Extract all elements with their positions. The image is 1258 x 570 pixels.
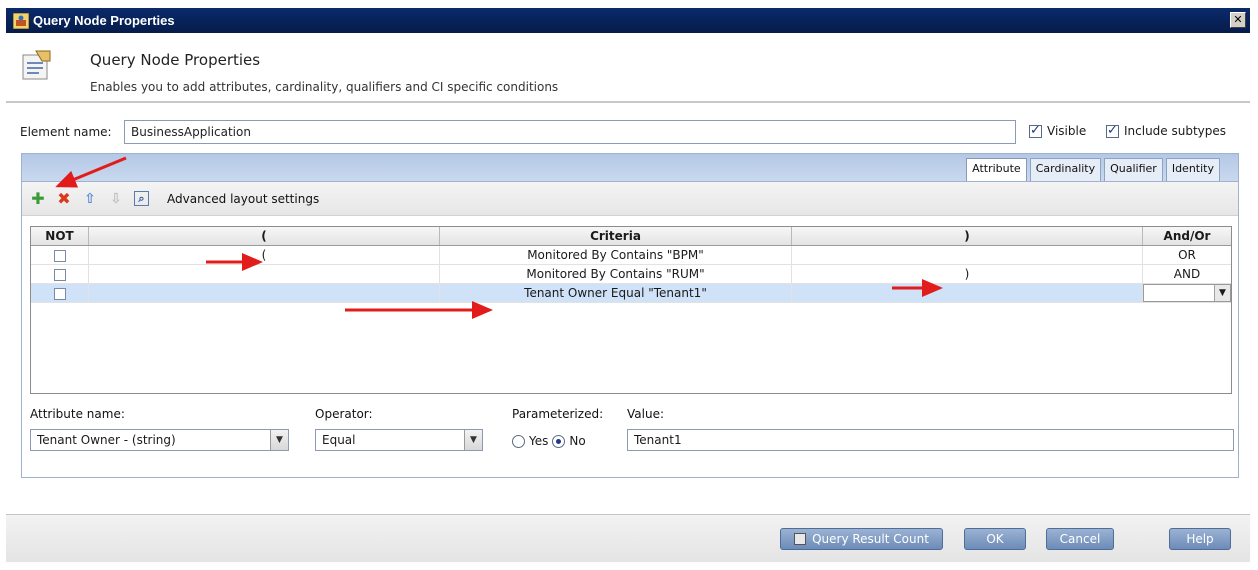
criteria-cell[interactable]: Monitored By Contains "BPM" — [440, 246, 792, 264]
properties-icon — [22, 50, 51, 80]
chevron-down-icon[interactable]: ▼ — [1214, 285, 1230, 301]
conditions-toolbar: ✚ ✖ ⇧ ⇩ ⌕ Advanced layout settings — [22, 182, 1238, 216]
attribute-name-value: Tenant Owner - (string) — [37, 433, 176, 447]
magnifier-icon[interactable]: ⌕ — [134, 191, 149, 206]
include-subtypes-checkbox[interactable]: Include subtypes — [1106, 123, 1227, 138]
criteria-cell[interactable]: Tenant Owner Equal "Tenant1" — [440, 284, 792, 302]
include-subtypes-check-box[interactable] — [1106, 123, 1119, 138]
close-paren-cell[interactable] — [792, 284, 1143, 302]
dialog-body: Element name: BusinessApplication Visibl… — [6, 105, 1250, 509]
no-label: No — [569, 434, 586, 448]
open-paren-cell[interactable]: ( — [89, 246, 440, 264]
chevron-down-icon[interactable]: ▼ — [270, 430, 288, 450]
not-cell[interactable] — [31, 265, 89, 283]
and-or-cell[interactable]: AND — [1143, 265, 1231, 283]
column-header-criteria[interactable]: Criteria — [440, 227, 792, 245]
query-result-count-label: Query Result Count — [812, 532, 929, 546]
visible-check-box[interactable] — [1029, 123, 1042, 138]
column-header-not[interactable]: NOT — [31, 227, 89, 245]
column-header-and-or[interactable]: And/Or — [1143, 227, 1231, 245]
tab-cardinality[interactable]: Cardinality — [1029, 158, 1102, 181]
plus-icon[interactable]: ✚ — [30, 189, 46, 208]
open-paren-cell[interactable] — [89, 265, 440, 283]
not-checkbox[interactable] — [53, 268, 66, 281]
ok-button[interactable]: OK — [964, 528, 1026, 550]
operator-value: Equal — [322, 433, 356, 447]
window-titlebar: Query Node Properties ✕ — [6, 8, 1250, 33]
chevron-down-icon[interactable]: ▼ — [464, 430, 482, 450]
and-or-cell[interactable]: OR — [1143, 246, 1231, 264]
parameterized-radio-group: Yes No — [512, 434, 586, 448]
column-header-open-paren[interactable]: ( — [89, 227, 440, 245]
delete-x-icon[interactable]: ✖ — [56, 189, 72, 208]
and-or-cell[interactable]: ▼ — [1143, 284, 1231, 302]
element-name-input[interactable]: BusinessApplication — [124, 120, 1016, 144]
header-title: Query Node Properties — [90, 51, 261, 69]
tab-identity[interactable]: Identity — [1165, 158, 1220, 181]
arrow-up-icon[interactable]: ⇧ — [82, 191, 98, 207]
tab-attribute[interactable]: Attribute — [966, 158, 1027, 181]
close-paren-cell[interactable]: ) — [792, 265, 1143, 283]
grid-header-row: NOT ( Criteria ) And/Or — [31, 227, 1231, 246]
not-checkbox[interactable] — [53, 287, 66, 300]
value-input[interactable]: Tenant1 — [627, 429, 1234, 451]
advanced-layout-settings-link[interactable]: Advanced layout settings — [167, 192, 319, 206]
conditions-panel: Attribute Cardinality Qualifier Identity… — [21, 153, 1239, 478]
arrow-down-icon: ⇩ — [110, 190, 122, 207]
attribute-name-dropdown[interactable]: Tenant Owner - (string) ▼ — [30, 429, 289, 451]
table-row-selected[interactable]: Tenant Owner Equal "Tenant1" ▼ — [31, 284, 1231, 303]
dialog-header: Query Node Properties Enables you to add… — [6, 33, 1250, 103]
table-row[interactable]: ( Monitored By Contains "BPM" OR — [31, 246, 1231, 265]
tab-bar: Attribute Cardinality Qualifier Identity — [966, 158, 1220, 181]
close-paren-cell[interactable] — [792, 246, 1143, 264]
value-label: Value: — [627, 407, 664, 421]
calculator-icon — [794, 532, 807, 545]
dialog-footer: Query Result Count OK Cancel Help — [6, 514, 1250, 562]
query-result-count-button[interactable]: Query Result Count — [780, 528, 943, 550]
and-or-dropdown[interactable]: ▼ — [1143, 284, 1231, 302]
app-icon — [13, 12, 29, 29]
include-subtypes-label: Include subtypes — [1124, 124, 1227, 138]
attribute-name-label: Attribute name: — [30, 407, 125, 421]
conditions-grid: NOT ( Criteria ) And/Or ( Monitored By C… — [30, 226, 1232, 394]
open-paren-cell[interactable] — [89, 284, 440, 302]
header-subtitle: Enables you to add attributes, cardinali… — [90, 80, 559, 94]
panel-header: Attribute Cardinality Qualifier Identity — [22, 154, 1238, 182]
close-button[interactable]: ✕ — [1230, 12, 1246, 28]
tab-qualifier[interactable]: Qualifier — [1104, 158, 1163, 181]
table-row[interactable]: Monitored By Contains "RUM" ) AND — [31, 265, 1231, 284]
not-cell[interactable] — [31, 284, 89, 302]
operator-dropdown[interactable]: Equal ▼ — [315, 429, 483, 451]
visible-checkbox[interactable]: Visible — [1029, 123, 1087, 138]
not-cell[interactable] — [31, 246, 89, 264]
element-name-label: Element name: — [20, 125, 112, 139]
help-button[interactable]: Help — [1169, 528, 1231, 550]
window-title: Query Node Properties — [33, 13, 175, 28]
not-checkbox[interactable] — [53, 249, 66, 262]
operator-label: Operator: — [315, 407, 373, 421]
no-radio[interactable] — [552, 434, 566, 448]
cancel-button[interactable]: Cancel — [1046, 528, 1114, 550]
column-header-close-paren[interactable]: ) — [792, 227, 1143, 245]
parameterized-label: Parameterized: — [512, 407, 604, 421]
yes-label: Yes — [529, 434, 549, 448]
visible-label: Visible — [1047, 124, 1087, 138]
criteria-cell[interactable]: Monitored By Contains "RUM" — [440, 265, 792, 283]
yes-radio[interactable] — [512, 434, 525, 448]
